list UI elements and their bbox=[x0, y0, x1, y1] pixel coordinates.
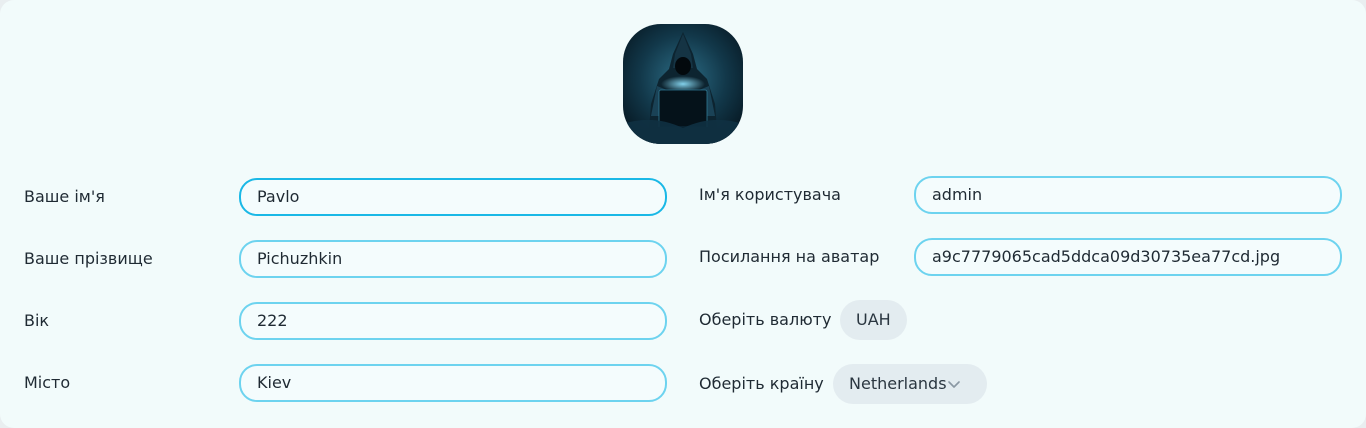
currency-label: Оберіть валюту bbox=[699, 310, 832, 329]
age-input[interactable]: 222 bbox=[239, 302, 667, 340]
country-label: Оберіть країну bbox=[699, 374, 824, 393]
first-name-label: Ваше ім'я bbox=[24, 187, 105, 206]
country-select[interactable]: Netherlands bbox=[833, 364, 987, 404]
last-name-input[interactable]: Pichuzhkin bbox=[239, 240, 667, 278]
currency-select[interactable]: UAH bbox=[840, 300, 907, 340]
first-name-input[interactable]: Pavlo bbox=[239, 178, 667, 216]
avatar[interactable] bbox=[623, 24, 743, 144]
username-input[interactable]: admin bbox=[914, 176, 1342, 214]
chevron-down-icon bbox=[946, 364, 962, 419]
username-label: Ім'я користувача bbox=[699, 185, 841, 204]
city-input[interactable]: Kiev bbox=[239, 364, 667, 402]
age-label: Вік bbox=[24, 311, 50, 330]
avatar-link-input[interactable]: a9c7779065cad5ddca09d30735ea77cd.jpg bbox=[914, 238, 1342, 276]
last-name-label: Ваше прізвище bbox=[24, 249, 153, 268]
city-label: Місто bbox=[24, 373, 71, 392]
avatar-link-label: Посилання на аватар bbox=[699, 247, 880, 266]
profile-card: Ваше ім'я Pavlo Ваше прізвище Pichuzhkin… bbox=[0, 0, 1366, 428]
hooded-figure-avatar-icon bbox=[623, 24, 743, 144]
country-select-value: Netherlands bbox=[849, 374, 947, 393]
